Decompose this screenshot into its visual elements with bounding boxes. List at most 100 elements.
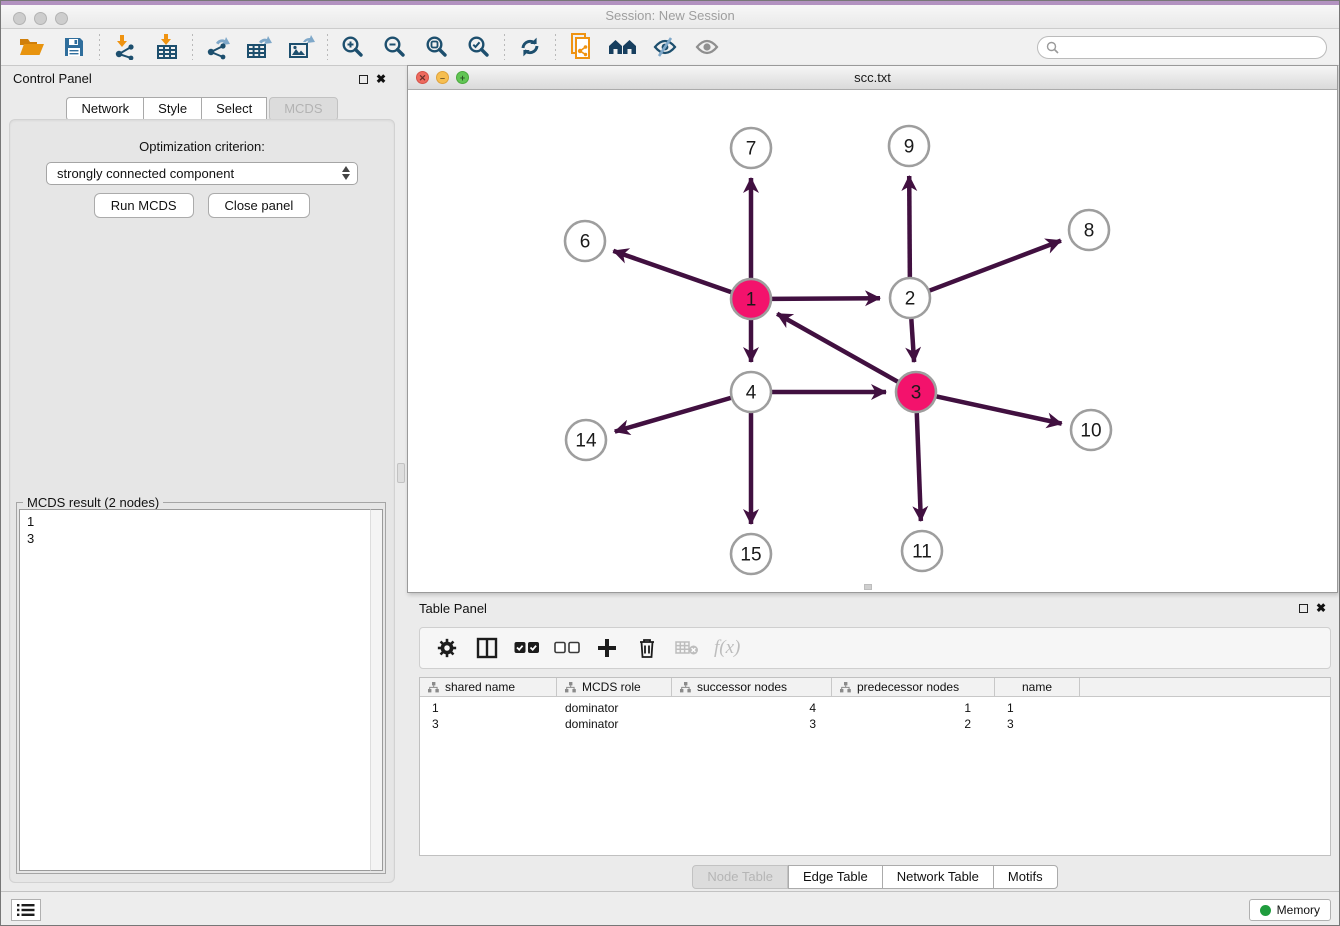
graph-edge-1-2[interactable] <box>772 298 880 299</box>
graph-edge-1-6[interactable] <box>613 251 731 292</box>
import-network-icon[interactable] <box>104 31 146 63</box>
import-table-icon[interactable] <box>146 31 188 63</box>
new-network-from-selection-icon[interactable] <box>560 31 602 63</box>
cell-predecessor-nodes[interactable]: 2 <box>832 717 995 731</box>
zoom-fit-icon[interactable] <box>416 31 458 63</box>
graph-node-label: 14 <box>575 431 597 452</box>
close-window-button[interactable] <box>13 12 26 25</box>
graph-node-label: 15 <box>740 545 761 566</box>
first-neighbors-icon[interactable] <box>602 31 644 63</box>
search-field[interactable] <box>1037 36 1327 59</box>
network-view-window: ✕ – + scc.txt 1234678910111415 <box>407 65 1338 593</box>
tab-network[interactable]: Network <box>66 97 143 121</box>
graph-edge-4-14[interactable] <box>615 398 731 432</box>
control-panel-title: Control Panel <box>13 71 92 86</box>
graph-node-label: 4 <box>746 383 757 404</box>
network-close-button[interactable]: ✕ <box>416 71 429 84</box>
network-minimize-button[interactable]: – <box>436 71 449 84</box>
panel-divider-grip[interactable] <box>397 463 405 483</box>
table-row[interactable]: 3 dominator 3 2 3 <box>420 716 1330 732</box>
column-header-mcds-role[interactable]: MCDS role <box>557 678 672 696</box>
search-input[interactable] <box>1059 39 1326 57</box>
cell-successor-nodes[interactable]: 4 <box>672 701 832 715</box>
show-all-icon[interactable] <box>686 31 728 63</box>
search-icon <box>1046 41 1059 54</box>
criterion-select[interactable]: strongly connected component <box>46 162 358 185</box>
control-panel-close-icon[interactable]: ✖ <box>376 74 386 84</box>
select-all-icon[interactable] <box>514 635 540 661</box>
graph-edge-3-10[interactable] <box>937 396 1062 423</box>
tab-select[interactable]: Select <box>201 97 267 121</box>
graph-edge-2-9[interactable] <box>909 176 910 277</box>
column-type-icon <box>840 682 851 693</box>
zoom-window-button[interactable] <box>55 12 68 25</box>
delete-column-icon[interactable] <box>634 635 660 661</box>
run-mcds-button[interactable]: Run MCDS <box>94 193 194 218</box>
control-panel-float-icon[interactable] <box>359 75 368 84</box>
list-icon <box>17 903 35 917</box>
column-header-name[interactable]: name <box>995 678 1080 696</box>
network-window-titlebar[interactable]: ✕ – + scc.txt <box>408 66 1337 90</box>
cell-name[interactable]: 1 <box>995 701 1080 715</box>
gear-icon[interactable] <box>434 635 460 661</box>
criterion-value: strongly connected component <box>57 166 234 181</box>
network-canvas[interactable]: 1234678910111415 <box>408 90 1337 592</box>
memory-button[interactable]: Memory <box>1249 899 1331 921</box>
graph-node-label: 8 <box>1084 221 1095 242</box>
deselect-all-icon[interactable] <box>554 635 580 661</box>
table-panel-float-icon[interactable] <box>1299 604 1308 613</box>
minimize-window-button[interactable] <box>34 12 47 25</box>
open-file-icon[interactable] <box>11 31 53 63</box>
table-panel-tabs: Node Table Edge Table Network Table Moti… <box>419 865 1331 889</box>
cell-mcds-role[interactable]: dominator <box>557 701 672 715</box>
add-column-icon[interactable] <box>594 635 620 661</box>
tab-network-table[interactable]: Network Table <box>882 865 993 889</box>
graph-edge-3-11[interactable] <box>917 413 921 521</box>
tab-style[interactable]: Style <box>143 97 201 121</box>
result-scrollbar[interactable] <box>370 509 383 871</box>
function-builder-icon: f(x) <box>714 637 740 659</box>
zoom-selected-icon[interactable] <box>458 31 500 63</box>
network-zoom-button[interactable]: + <box>456 71 469 84</box>
table-panel-title: Table Panel <box>419 601 487 616</box>
mcds-result-group: MCDS result (2 nodes) 1 3 <box>16 502 386 874</box>
graph-edge-2-8[interactable] <box>930 241 1061 291</box>
table-panel-close-icon[interactable]: ✖ <box>1316 603 1326 613</box>
tab-mcds[interactable]: MCDS <box>269 97 337 121</box>
network-graph[interactable]: 1234678910111415 <box>408 90 1337 592</box>
show-columns-icon[interactable] <box>474 635 500 661</box>
graph-edge-3-1[interactable] <box>777 314 898 382</box>
graph-node-label: 11 <box>912 542 932 563</box>
session-title: Session: New Session <box>1 5 1339 27</box>
table-header-row: shared name MCDS role successor <box>420 678 1330 697</box>
cell-name[interactable]: 3 <box>995 717 1080 731</box>
cell-successor-nodes[interactable]: 3 <box>672 717 832 731</box>
table-toolbar: f(x) <box>419 627 1331 669</box>
task-history-button[interactable] <box>11 899 41 921</box>
export-image-icon[interactable] <box>281 31 323 63</box>
table-row[interactable]: 1 dominator 4 1 1 <box>420 700 1330 716</box>
cell-predecessor-nodes[interactable]: 1 <box>832 701 995 715</box>
cell-mcds-role[interactable]: dominator <box>557 717 672 731</box>
save-session-icon[interactable] <box>53 31 95 63</box>
hide-selected-icon[interactable] <box>644 31 686 63</box>
export-network-icon[interactable] <box>197 31 239 63</box>
column-header-successor-nodes[interactable]: successor nodes <box>672 678 832 696</box>
column-header-predecessor-nodes[interactable]: predecessor nodes <box>832 678 995 696</box>
tab-motifs[interactable]: Motifs <box>993 865 1058 889</box>
tab-node-table[interactable]: Node Table <box>692 865 788 889</box>
apply-layout-icon[interactable] <box>509 31 551 63</box>
graph-node-label: 10 <box>1080 421 1101 442</box>
mcds-result-text[interactable]: 1 3 <box>19 509 383 871</box>
graph-edge-2-3[interactable] <box>911 319 914 362</box>
export-table-icon[interactable] <box>239 31 281 63</box>
close-panel-button[interactable]: Close panel <box>208 193 311 218</box>
tab-edge-table[interactable]: Edge Table <box>788 865 882 889</box>
cell-shared-name[interactable]: 1 <box>420 701 557 715</box>
main-toolbar <box>1 29 1339 66</box>
cell-shared-name[interactable]: 3 <box>420 717 557 731</box>
column-header-shared-name[interactable]: shared name <box>420 678 557 696</box>
zoom-out-icon[interactable] <box>374 31 416 63</box>
network-resize-grip[interactable] <box>864 584 872 590</box>
zoom-in-icon[interactable] <box>332 31 374 63</box>
